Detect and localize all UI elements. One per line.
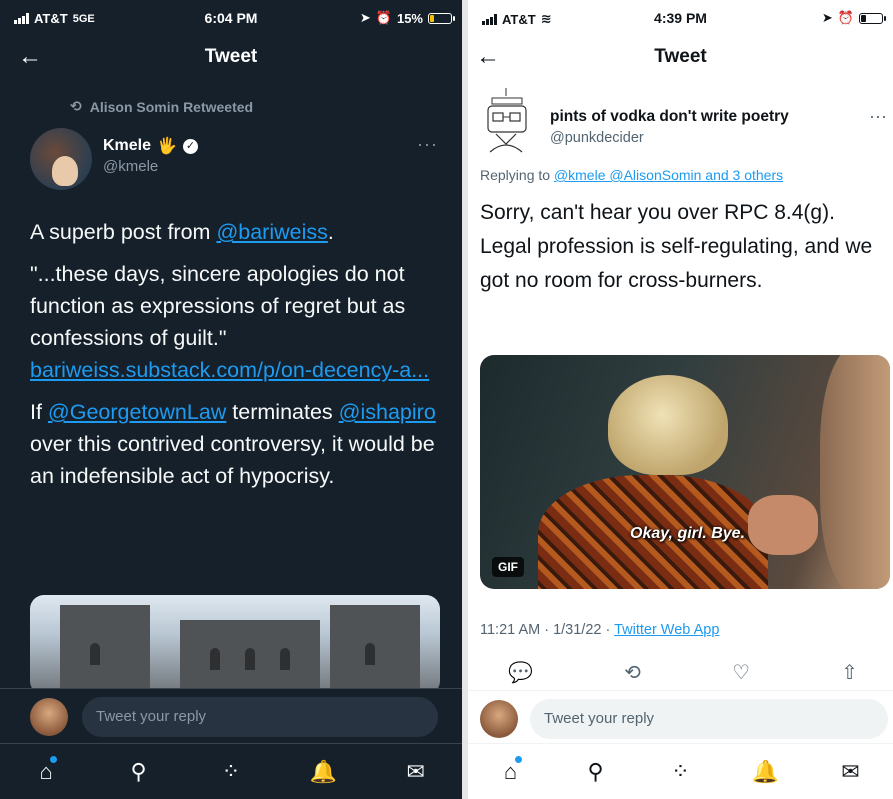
- replying-to: Replying to @kmele @AlisonSomin and 3 ot…: [480, 167, 784, 183]
- tweet-paragraph: If @GeorgetownLaw terminates @ishapiro o…: [30, 400, 436, 488]
- battery-icon: [428, 12, 455, 24]
- more-options-icon[interactable]: ···: [869, 106, 887, 127]
- tweet-paragraph: "...these days, sincere apologies do not…: [30, 262, 430, 382]
- reply-bar: Tweet your reply: [468, 690, 893, 744]
- alarm-icon: ⏰: [837, 10, 854, 25]
- battery-icon: [859, 12, 886, 24]
- search-icon[interactable]: ⚲: [576, 759, 616, 785]
- spaces-icon[interactable]: ⁘: [661, 759, 701, 785]
- bell-icon[interactable]: 🔔: [303, 759, 343, 785]
- reply-input[interactable]: Tweet your reply: [82, 697, 438, 737]
- status-bar: AT&T 5GE 6:04 PM ➤ ⏰ 15%: [0, 0, 462, 36]
- mail-icon[interactable]: ✉: [831, 759, 871, 785]
- gif-caption: Okay, girl. Bye.: [630, 525, 746, 542]
- tweet-timestamp: 11:21 AM · 1/31/22 ·: [480, 622, 615, 638]
- author-name-row[interactable]: Kmele 🖐 ✓: [103, 136, 198, 156]
- retweet-context[interactable]: ⟲ Alison Somin Retweeted: [70, 98, 253, 115]
- author-avatar[interactable]: [482, 86, 540, 158]
- status-bar: AT&T ≋ 4:39 PM ➤ ⏰: [468, 0, 893, 36]
- retweeted-by-label: Alison Somin Retweeted: [89, 98, 254, 115]
- tweet-header: ← Tweet: [0, 36, 462, 78]
- replying-to-link[interactable]: @kmele @AlisonSomin and 3 others: [554, 167, 783, 183]
- bottom-nav: ⌂ ⚲ ⁘ 🔔 ✉: [468, 743, 893, 799]
- tweet-image[interactable]: [30, 595, 440, 695]
- tweet-actions: 💬 ⟲ ♡ ⇧: [508, 660, 858, 685]
- tweet-text: Sorry, can't hear you over RPC 8.4(g). L…: [480, 201, 873, 292]
- battery-percent: 15%: [396, 10, 423, 26]
- reply-input[interactable]: Tweet your reply: [530, 699, 888, 739]
- retweet-icon[interactable]: ⟲: [624, 660, 641, 685]
- page-title: Tweet: [654, 46, 707, 67]
- author-name[interactable]: pints of vodka don't write poetry: [550, 108, 789, 126]
- source-app-link[interactable]: Twitter Web App: [614, 622, 719, 638]
- mention-link[interactable]: @bariweiss: [216, 220, 327, 244]
- building-tower: [60, 605, 150, 695]
- author-handle[interactable]: @punkdecider: [550, 130, 644, 146]
- mention-link[interactable]: @GeorgetownLaw: [48, 400, 226, 424]
- tweet-header: ← Tweet: [468, 36, 893, 78]
- hand-emoji: 🖐: [157, 138, 177, 155]
- location-icon: ➤: [359, 10, 371, 25]
- tweet-text: A superb post from @bariweiss. "...these…: [30, 216, 450, 502]
- more-options-icon[interactable]: ···: [417, 134, 438, 155]
- home-icon[interactable]: ⌂: [491, 755, 531, 785]
- author-avatar[interactable]: [30, 128, 92, 190]
- tweet-metadata: 11:21 AM · 1/31/22 · Twitter Web App: [480, 622, 719, 638]
- mention-link[interactable]: @ishapiro: [339, 400, 436, 424]
- search-icon[interactable]: ⚲: [119, 759, 159, 785]
- building-tower: [330, 605, 420, 695]
- verified-badge-icon: ✓: [182, 138, 198, 154]
- author-handle[interactable]: @kmele: [103, 158, 158, 175]
- home-icon[interactable]: ⌂: [26, 755, 66, 785]
- retweet-icon: ⟲: [70, 98, 82, 114]
- bottom-nav: ⌂ ⚲ ⁘ 🔔 ✉: [0, 743, 462, 799]
- gif-badge: GIF: [492, 557, 524, 577]
- right-phone-screen: AT&T ≋ 4:39 PM ➤ ⏰ ← Tweet pints of vodk…: [468, 0, 893, 799]
- reply-bar: Tweet your reply: [0, 688, 462, 743]
- location-icon: ➤: [821, 10, 833, 25]
- heart-icon[interactable]: ♡: [732, 660, 750, 685]
- user-avatar[interactable]: [480, 700, 518, 738]
- left-phone-screen: AT&T 5GE 6:04 PM ➤ ⏰ 15% ← Tweet ⟲ Aliso…: [0, 0, 462, 799]
- spaces-icon[interactable]: ⁘: [211, 759, 251, 785]
- mail-icon[interactable]: ✉: [396, 759, 436, 785]
- bell-icon[interactable]: 🔔: [746, 759, 786, 785]
- page-title: Tweet: [204, 46, 258, 67]
- share-icon[interactable]: ⇧: [841, 660, 858, 685]
- article-link[interactable]: bariweiss.substack.com/p/on-decency-a...: [30, 358, 429, 382]
- tweet-paragraph: A superb post from @bariweiss.: [30, 220, 334, 244]
- reply-icon[interactable]: 💬: [508, 660, 533, 685]
- alarm-icon: ⏰: [375, 10, 392, 25]
- tweet-gif[interactable]: Okay, girl. Bye. GIF: [480, 355, 890, 589]
- user-avatar[interactable]: [30, 698, 68, 736]
- author-name: Kmele: [103, 137, 152, 154]
